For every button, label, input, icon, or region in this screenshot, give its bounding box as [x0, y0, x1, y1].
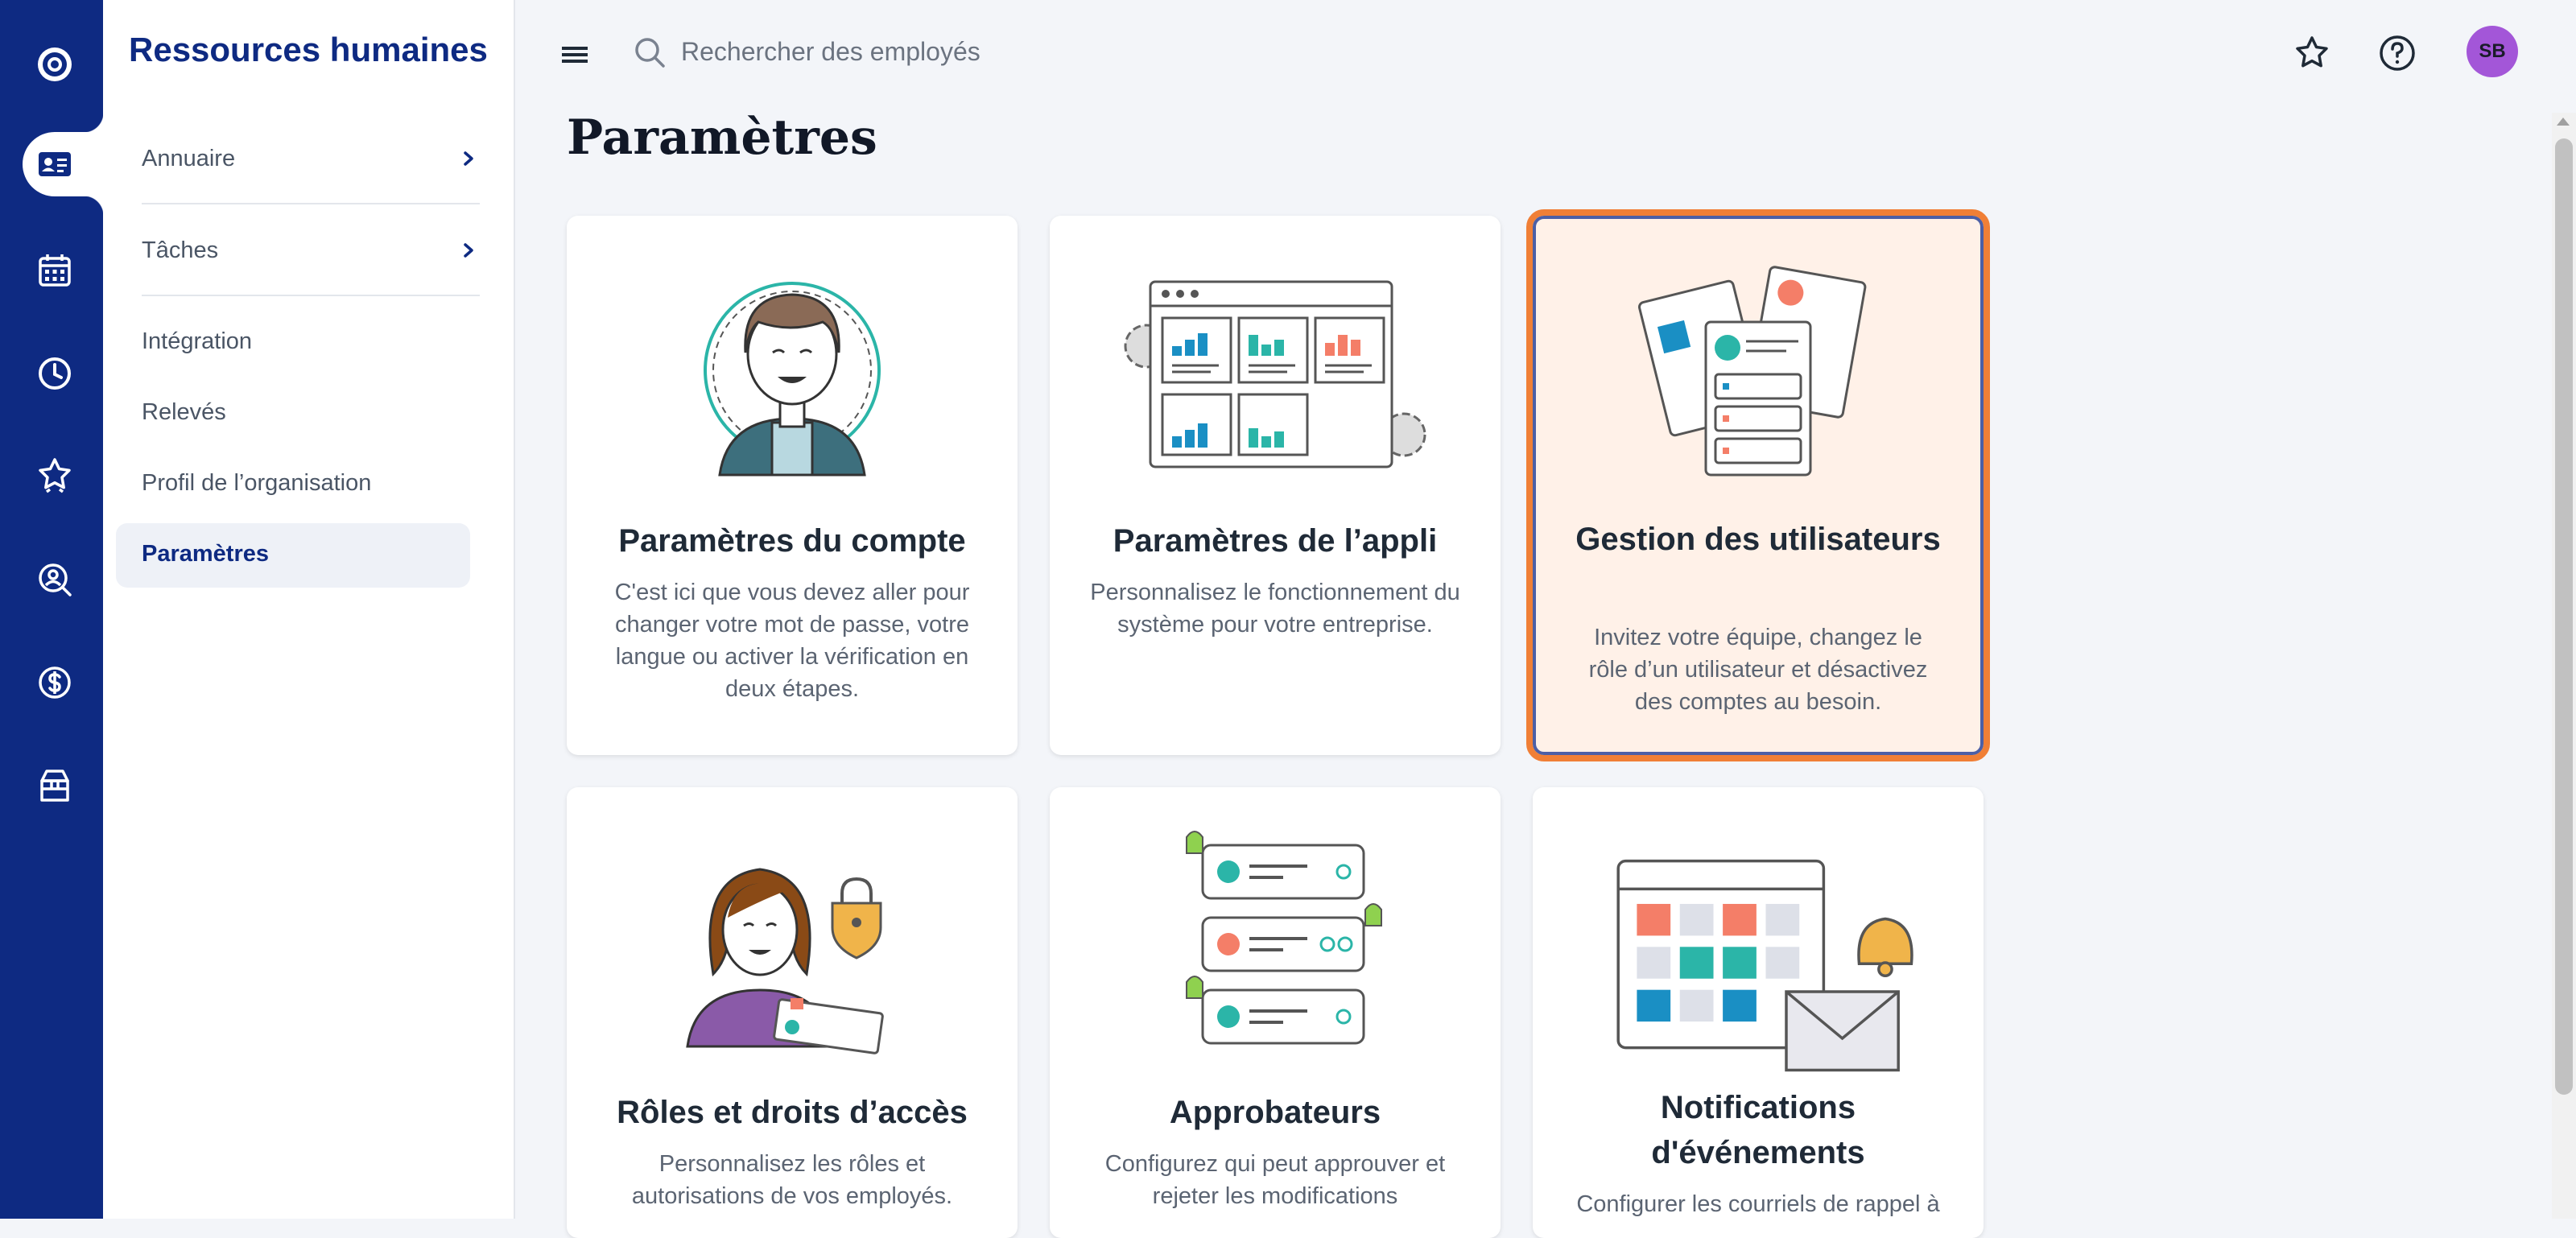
card-title: Gestion des utilisateurs [1575, 522, 1941, 557]
account-illustration [567, 258, 1018, 491]
sidebar-item-label: Tâches [142, 237, 219, 263]
card-description: Configurez qui peut approuver et rejeter… [1104, 1151, 1446, 1209]
card-app-settings[interactable]: Paramètres de l’appli Personnalisez le f… [1050, 216, 1501, 755]
sidebar-item-annuaire[interactable]: Annuaire [142, 114, 480, 204]
app-settings-illustration [1050, 258, 1501, 491]
secondary-sidebar: Ressources humaines Annuaire Tâches Inté… [103, 0, 515, 1219]
sidebar-item-releves[interactable]: Relevés [142, 399, 226, 426]
help-icon[interactable] [2375, 31, 2420, 76]
avatar[interactable]: SB [2467, 26, 2518, 77]
sidebar-item-integration[interactable]: Intégration [142, 328, 252, 355]
search-input[interactable] [681, 31, 1245, 72]
user-management-illustration [1536, 258, 1980, 491]
app-title: Ressources humaines [129, 31, 488, 68]
card-description: Personnalisez les rôles et autorisations… [631, 1151, 953, 1209]
scrollbar-thumb[interactable] [2555, 138, 2573, 1095]
scroll-up-arrow-icon[interactable] [2557, 118, 2570, 126]
sidebar-item-taches[interactable]: Tâches [142, 206, 480, 296]
card-approvers[interactable]: Approbateurs Configurez qui peut approuv… [1050, 787, 1501, 1238]
box-icon[interactable] [23, 753, 87, 818]
card-title: Rôles et droits d’accès [617, 1095, 968, 1130]
sidebar-item-label: Annuaire [142, 145, 236, 171]
star-badge-icon[interactable] [23, 443, 87, 507]
card-account-settings[interactable]: Paramètres du compte C'est ici que vous … [567, 216, 1018, 755]
calendar-icon[interactable] [23, 238, 87, 303]
icon-rail [0, 0, 103, 1219]
chevron-right-icon [464, 243, 473, 258]
card-title: Approbateurs [1169, 1095, 1381, 1130]
notifications-illustration [1533, 852, 1984, 1085]
dollar-icon[interactable] [23, 650, 87, 715]
favorites-star-icon[interactable] [2289, 31, 2334, 76]
logo-icon[interactable] [23, 32, 87, 97]
roles-illustration [567, 829, 1018, 1063]
card-title: Paramètres du compte [618, 523, 966, 559]
chevron-right-icon [464, 151, 473, 166]
employee-card-icon[interactable] [23, 132, 87, 196]
card-description: Invitez votre équipe, changez le rôle d’… [1588, 625, 1928, 715]
card-title: Paramètres de l’appli [1113, 523, 1438, 559]
card-roles-permissions[interactable]: Rôles et droits d’accès Personnalisez le… [567, 787, 1018, 1238]
search-icon [635, 38, 665, 68]
clock-icon[interactable] [23, 341, 87, 406]
card-title: Notifications d'événements [1651, 1090, 1865, 1170]
sidebar-item-label: Paramètres [142, 541, 269, 567]
card-description: Configurer les courriels de rappel à [1576, 1191, 1940, 1217]
approvers-illustration [1050, 829, 1501, 1063]
person-search-icon[interactable] [23, 547, 87, 612]
menu-icon[interactable] [560, 40, 592, 69]
card-event-notifications[interactable]: Notifications d'événements Configurer le… [1533, 787, 1984, 1238]
card-description: Personnalisez le fonctionnement du systè… [1090, 580, 1460, 638]
sidebar-item-profil-organisation[interactable]: Profil de l’organisation [142, 470, 371, 497]
sidebar-item-parametres[interactable]: Paramètres [116, 523, 470, 588]
card-description: C'est ici que vous devez aller pour chan… [614, 580, 970, 702]
card-user-management[interactable]: Gestion des utilisateurs Invitez votre é… [1526, 209, 1990, 761]
page-title: Paramètres [567, 109, 877, 166]
